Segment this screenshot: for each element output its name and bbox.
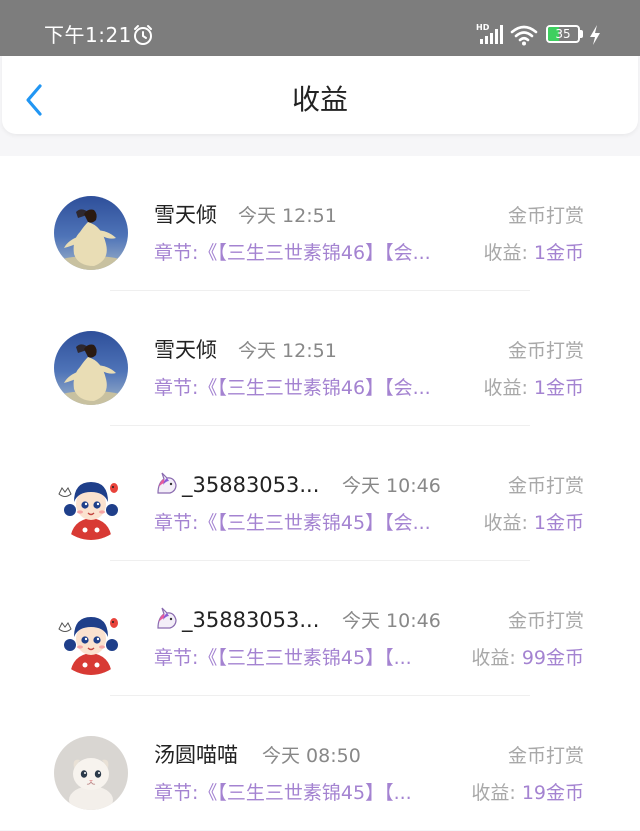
earning-label: 收益: xyxy=(483,242,534,264)
list-item[interactable]: 汤圆喵喵 今天 08:50 金币打赏 章节:《【三生三世素锦45】【... 收益… xyxy=(0,696,640,831)
battery-indicator: 35 xyxy=(546,25,583,45)
cartoon-girl-avatar[interactable] xyxy=(54,466,128,540)
reward-type: 金币打赏 xyxy=(507,475,584,497)
user-name: 雪天倾 xyxy=(154,338,217,362)
page-title: 收益 xyxy=(291,83,348,116)
timestamp: 今天 10:46 xyxy=(342,610,441,632)
list-item[interactable]: 雪天倾 今天 12:51 金币打赏 章节:《【三生三世素锦46】【会... 收益… xyxy=(0,156,640,291)
earning-value: 1金币 xyxy=(533,242,584,264)
earning: 收益: 19金币 xyxy=(471,778,584,808)
timestamp: 今天 12:51 xyxy=(238,340,337,362)
earning-label: 收益: xyxy=(471,782,522,804)
reward-type: 金币打赏 xyxy=(507,205,584,227)
timestamp: 今天 08:50 xyxy=(262,745,361,767)
earning: 收益: 99金币 xyxy=(471,643,584,673)
reward-type: 金币打赏 xyxy=(507,745,584,767)
chapter-text[interactable]: 章节:《【三生三世素锦45】【... xyxy=(154,778,454,808)
earning-label: 收益: xyxy=(483,512,534,534)
earning: 收益: 1金币 xyxy=(483,373,584,403)
user-name: 雪天倾 xyxy=(154,203,217,227)
signal-hd-icon: HD xyxy=(476,23,503,44)
user-name-row: _35883053... xyxy=(154,470,319,500)
unicorn-icon xyxy=(157,607,177,629)
reward-type: 金币打赏 xyxy=(507,610,584,632)
list-item[interactable]: _35883053... 今天 10:46 金币打赏 章节:《【三生三世素锦45… xyxy=(0,426,640,561)
battery-percent: 35 xyxy=(555,27,571,41)
status-bar: 下午1:21 HD 35 xyxy=(0,0,640,56)
svg-text:HD: HD xyxy=(476,23,490,32)
chapter-text[interactable]: 章节:《【三生三世素锦45】【... xyxy=(154,643,454,673)
dancer-avatar[interactable] xyxy=(54,196,128,270)
user-name: _35883053... xyxy=(182,608,320,632)
cartoon-girl-avatar[interactable] xyxy=(54,601,128,675)
earning-value: 19金币 xyxy=(521,782,584,804)
user-name: 汤圆喵喵 xyxy=(154,743,238,767)
user-name: _35883053... xyxy=(182,473,320,497)
earning-value: 1金币 xyxy=(533,512,584,534)
earning-label: 收益: xyxy=(483,377,534,399)
header-bar: 收益 xyxy=(2,56,638,134)
timestamp: 今天 10:46 xyxy=(342,475,441,497)
user-name-row: _35883053... xyxy=(154,605,319,635)
charging-bolt-icon xyxy=(590,25,600,45)
list-item[interactable]: 雪天倾 今天 12:51 金币打赏 章节:《【三生三世素锦46】【会... 收益… xyxy=(0,291,640,426)
earnings-list: 雪天倾 今天 12:51 金币打赏 章节:《【三生三世素锦46】【会... 收益… xyxy=(0,156,640,830)
earning: 收益: 1金币 xyxy=(483,508,584,538)
alarm-clock-icon xyxy=(134,25,152,45)
chapter-text[interactable]: 章节:《【三生三世素锦46】【会... xyxy=(154,238,470,268)
timestamp: 今天 12:51 xyxy=(238,205,337,227)
unicorn-icon xyxy=(157,472,177,494)
reward-type: 金币打赏 xyxy=(507,340,584,362)
earning: 收益: 1金币 xyxy=(483,238,584,268)
status-time: 下午1:21 xyxy=(44,23,132,47)
chapter-text[interactable]: 章节:《【三生三世素锦46】【会... xyxy=(154,373,470,403)
earning-label: 收益: xyxy=(471,647,522,669)
list-item[interactable]: _35883053... 今天 10:46 金币打赏 章节:《【三生三世素锦45… xyxy=(0,561,640,696)
earning-value: 1金币 xyxy=(533,377,584,399)
dancer-avatar[interactable] xyxy=(54,331,128,405)
kitten-avatar[interactable] xyxy=(54,736,128,810)
chapter-text[interactable]: 章节:《【三生三世素锦45】【会... xyxy=(154,508,470,538)
earning-value: 99金币 xyxy=(521,647,584,669)
wifi-icon xyxy=(510,25,538,46)
